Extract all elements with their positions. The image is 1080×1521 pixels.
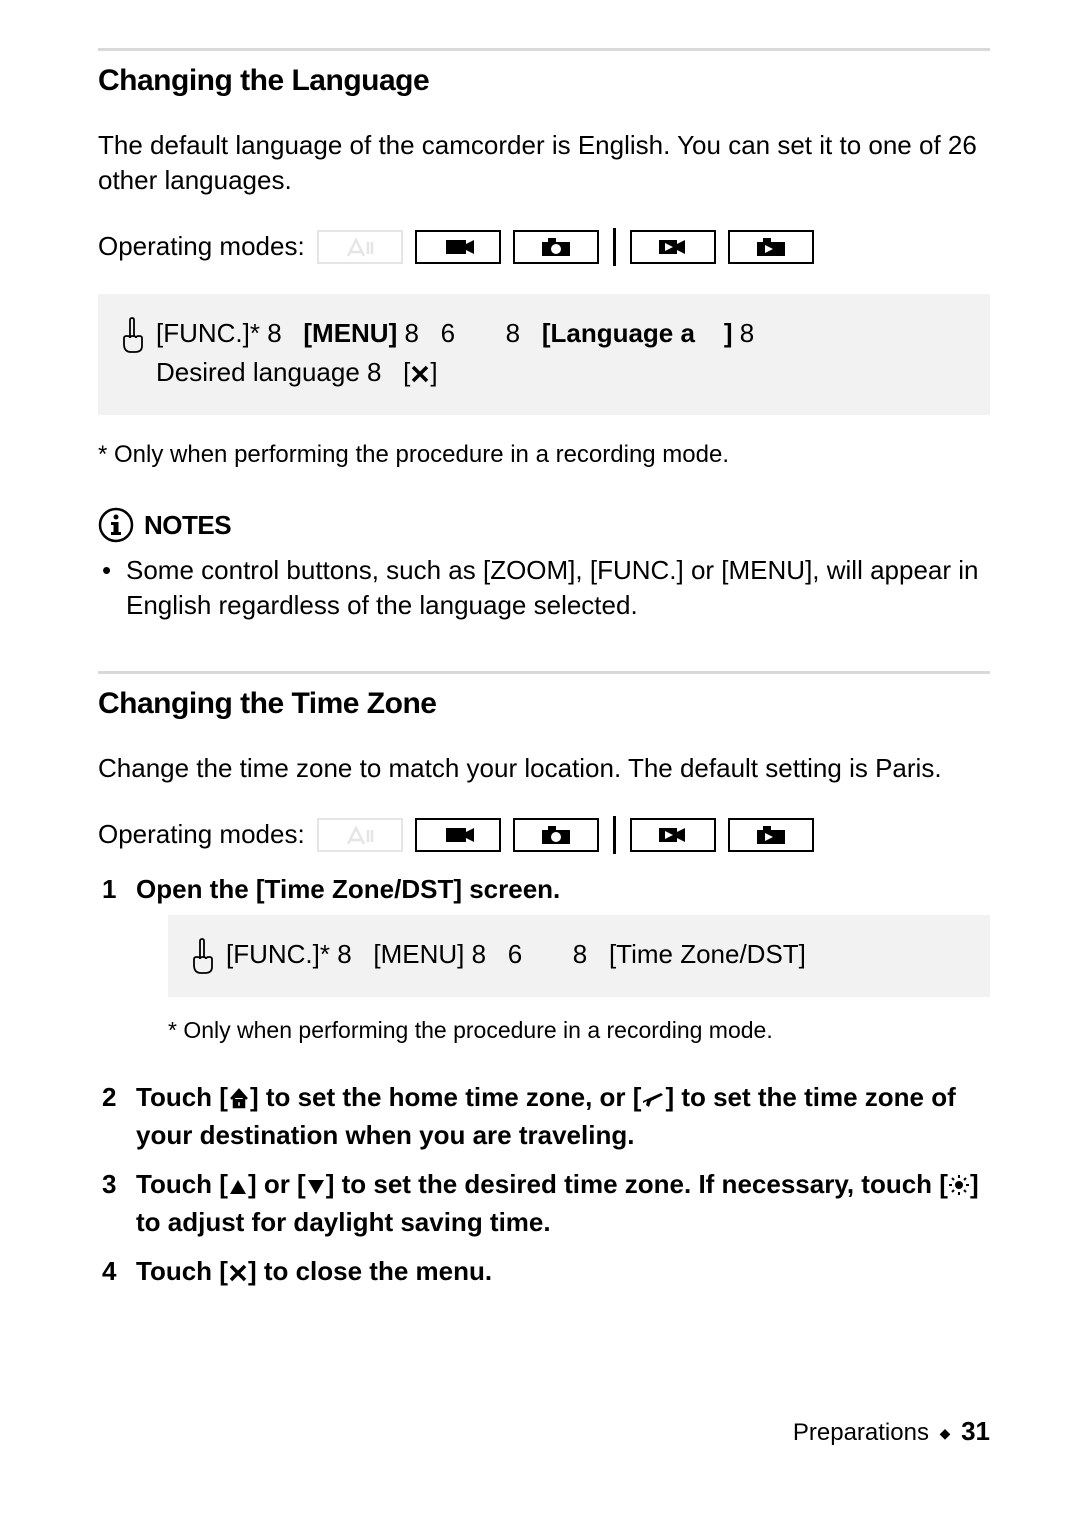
section1-intro: The default language of the camcorder is… [98, 128, 990, 198]
mode-auto-icon [317, 818, 403, 852]
section2-footnote: * Only when performing the procedure in … [168, 1015, 990, 1046]
bullet-dot: • [102, 553, 120, 623]
step-2: 2 Touch [] to set the home time zone, or… [102, 1080, 990, 1153]
sun-dst-icon [948, 1170, 970, 1205]
section1-operating-modes: Operating modes: [98, 228, 990, 266]
airplane-icon [641, 1083, 665, 1118]
mode-record-video-icon [415, 230, 501, 264]
close-x-icon [410, 356, 430, 395]
section2-heading: Changing the Time Zone [98, 684, 990, 725]
section1-touch-sequence: [FUNC.]* 8 [MENU] 8 6 8 [Language a ] 8 … [98, 294, 990, 415]
down-triangle-icon [306, 1170, 326, 1205]
close-x-icon [228, 1257, 248, 1292]
mode-auto-icon [317, 230, 403, 264]
footer-page: 31 [961, 1416, 990, 1446]
mode-play-video-icon [630, 230, 716, 264]
touch-pointer-icon [118, 314, 148, 395]
footer-diamond-icon: ◆ [936, 1425, 955, 1441]
section2-operating-modes: Operating modes: [98, 816, 990, 854]
footer-section: Preparations [793, 1419, 929, 1446]
mode-record-video-icon [415, 818, 501, 852]
section2-touch-sequence: [FUNC.]* 8 [MENU] 8 6 8 [Time Zone/DST] [168, 915, 990, 997]
up-triangle-icon [228, 1170, 248, 1205]
mode-separator [613, 228, 616, 266]
mode-play-photo-icon [728, 230, 814, 264]
notes-label: NOTES [144, 508, 231, 543]
modes-label: Operating modes: [98, 229, 305, 264]
step-3: 3 Touch [] or [] to set the desired time… [102, 1167, 990, 1240]
notes-bullet-1: • Some control buttons, such as [ZOOM], … [98, 553, 990, 623]
modes-label: Operating modes: [98, 817, 305, 852]
mode-play-video-icon [630, 818, 716, 852]
mode-play-photo-icon [728, 818, 814, 852]
section2-steps: 1 Open the [Time Zone/DST] screen. [FUNC… [98, 872, 990, 1293]
section1-footnote: * Only when performing the procedure in … [98, 439, 990, 471]
info-icon [98, 507, 134, 543]
touch-sequence-text: [FUNC.]* 8 [MENU] 8 6 8 [Language a ] 8 … [156, 314, 962, 395]
notes-header: NOTES [98, 507, 990, 543]
touch-pointer-icon [188, 935, 218, 977]
section2-heading-bar: Changing the Time Zone [98, 671, 990, 725]
mode-record-photo-icon [513, 818, 599, 852]
section1-heading-bar: Changing the Language [98, 48, 990, 102]
page-footer: Preparations ◆ 31 [793, 1414, 990, 1449]
step-1: 1 Open the [Time Zone/DST] screen. [FUNC… [102, 872, 990, 1066]
mode-record-photo-icon [513, 230, 599, 264]
mode-separator [613, 816, 616, 854]
section1-heading: Changing the Language [98, 61, 990, 102]
section2-intro: Change the time zone to match your locat… [98, 751, 990, 786]
step-4: 4 Touch [] to close the menu. [102, 1254, 990, 1292]
touch-sequence-text: [FUNC.]* 8 [MENU] 8 6 8 [Time Zone/DST] [226, 935, 962, 977]
home-icon [228, 1083, 250, 1118]
